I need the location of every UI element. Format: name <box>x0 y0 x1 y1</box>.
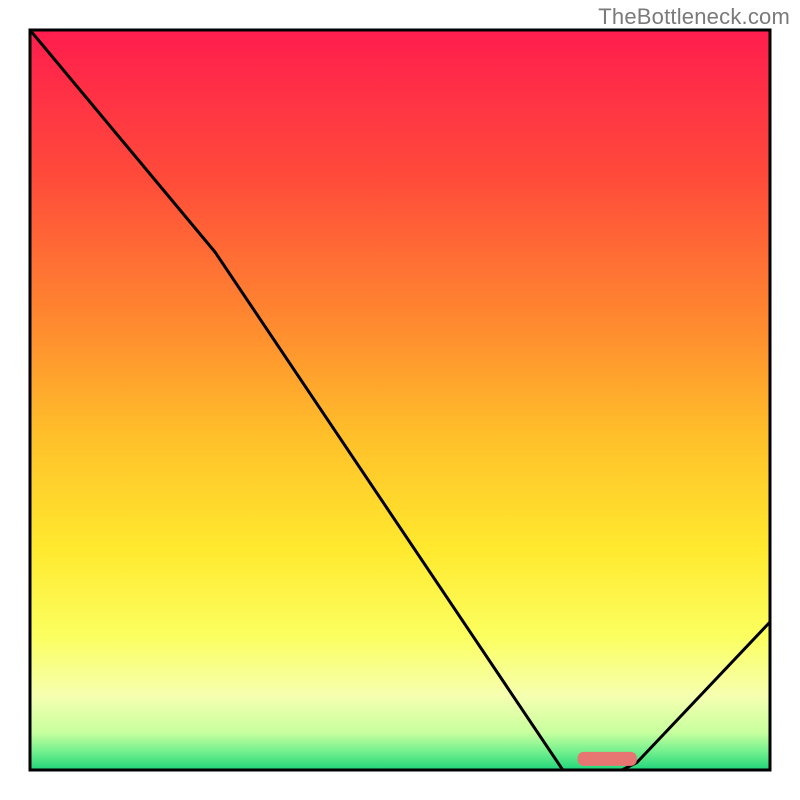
watermark-text: TheBottleneck.com <box>598 4 790 30</box>
bottleneck-chart <box>0 0 800 800</box>
plot-area-gradient <box>30 30 770 770</box>
optimal-zone-marker <box>578 752 637 766</box>
chart-container: TheBottleneck.com <box>0 0 800 800</box>
